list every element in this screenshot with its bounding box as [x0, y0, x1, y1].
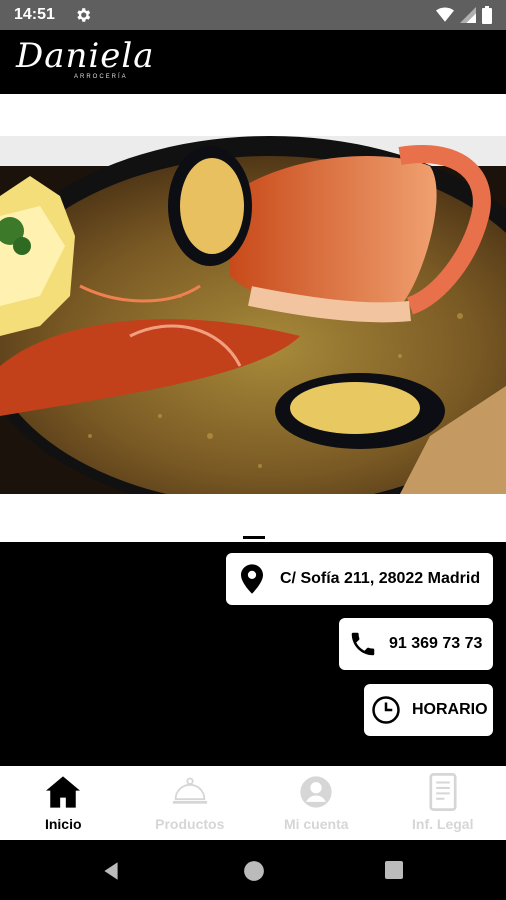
home-icon — [45, 774, 81, 810]
system-nav-bar — [0, 840, 506, 900]
bottom-nav: Inicio Productos Mi cuenta Inf. Legal — [0, 766, 506, 840]
location-pin-icon — [232, 564, 272, 594]
nav-item-inf-legal[interactable]: Inf. Legal — [380, 766, 506, 840]
battery-icon — [482, 6, 492, 29]
hero-image — [0, 136, 506, 494]
logo-text: Daniela — [16, 36, 155, 76]
logo-subtext: ARROCERÍA — [74, 74, 128, 80]
nav-item-mi-cuenta[interactable]: Mi cuenta — [253, 766, 380, 840]
nav-label: Mi cuenta — [283, 816, 349, 832]
nav-item-productos[interactable]: Productos — [127, 766, 254, 840]
recents-icon[interactable] — [384, 860, 404, 885]
app-header: Daniela ARROCERÍA — [0, 30, 506, 94]
signal-icon — [460, 7, 476, 28]
phone-button[interactable]: 91 369 73 73 — [339, 618, 493, 670]
address-button[interactable]: C/ Sofía 211, 28022 Madrid — [226, 553, 493, 605]
wifi-icon — [436, 7, 454, 28]
restaurant-logo[interactable]: Daniela ARROCERÍA — [16, 36, 156, 84]
clock-icon — [366, 695, 406, 725]
nav-item-inicio[interactable]: Inicio — [0, 766, 127, 840]
address-text: C/ Sofía 211, 28022 Madrid — [280, 570, 481, 587]
hours-button[interactable]: HORARIO — [364, 684, 493, 736]
nav-label: Inicio — [44, 816, 82, 832]
back-icon[interactable] — [100, 860, 122, 887]
nav-label: Inf. Legal — [412, 816, 474, 832]
account-icon — [298, 774, 334, 810]
status-bar: 14:51 — [0, 0, 506, 30]
hours-text: HORARIO — [412, 701, 488, 718]
legal-document-icon — [425, 773, 461, 811]
phone-text: 91 369 73 73 — [389, 635, 483, 652]
home-button-icon[interactable] — [243, 860, 265, 887]
gear-icon — [74, 6, 92, 29]
status-time: 14:51 — [14, 6, 55, 23]
nav-label: Productos — [155, 816, 225, 832]
contact-section: C/ Sofía 211, 28022 Madrid 91 369 73 73 … — [0, 542, 506, 766]
divider — [243, 536, 265, 539]
phone-icon — [343, 629, 383, 659]
cloche-icon — [172, 774, 208, 810]
